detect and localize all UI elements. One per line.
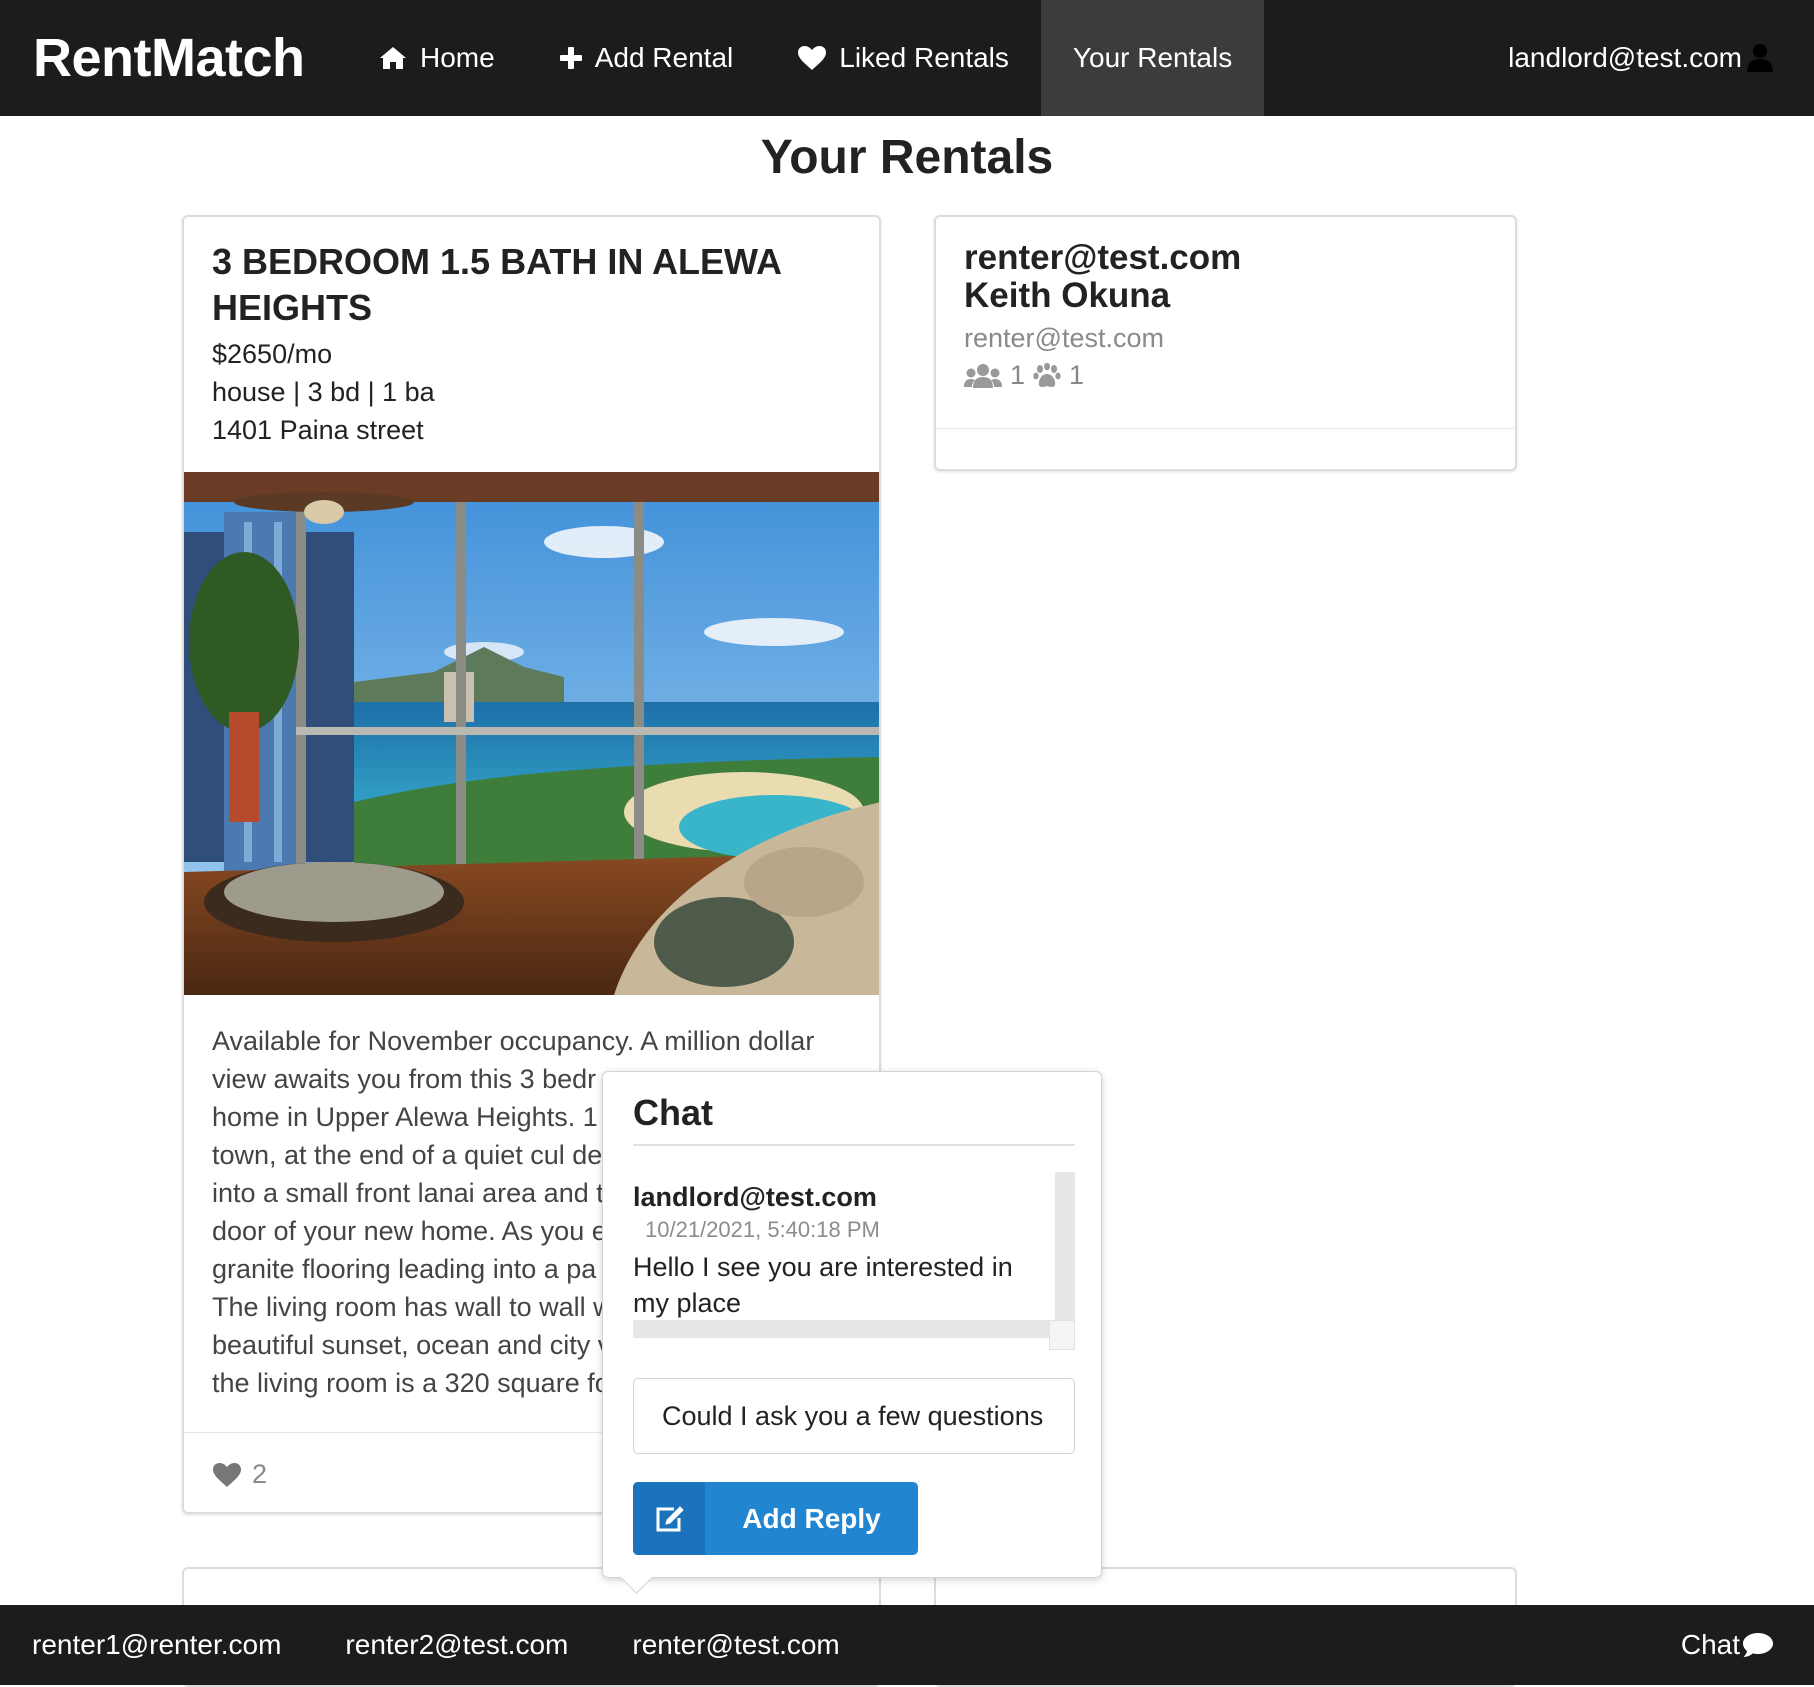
chat-contact[interactable]: renter@test.com (600, 1629, 871, 1661)
user-email: landlord@test.com (1508, 42, 1742, 73)
rental-title[interactable]: 3 BEDROOM 1.5 BATH IN ALEWA HEIGHTS (212, 239, 851, 331)
scrollbar-corner (1049, 1320, 1075, 1350)
chat-contact[interactable]: renter2@test.com (313, 1629, 600, 1661)
reply-input[interactable] (633, 1378, 1075, 1454)
nav-home[interactable]: Home (346, 0, 527, 116)
plus-icon (559, 47, 582, 69)
chat-messages[interactable]: landlord@test.com 10/21/2021, 5:40:18 PM… (633, 1172, 1075, 1350)
rental-photo (184, 472, 879, 995)
occupants-count: 1 (1010, 360, 1026, 390)
renter-card-body: renter@test.com Keith Okuna renter@test.… (936, 217, 1515, 413)
bottom-chat-bar: renter1@renter.com renter2@test.com rent… (0, 1605, 1814, 1685)
horizontal-scrollbar[interactable] (633, 1320, 1053, 1338)
top-navigation: RentMatch Home Add Rental Liked Rentals … (0, 0, 1814, 116)
rental-card-header: 3 BEDROOM 1.5 BATH IN ALEWA HEIGHTS $265… (184, 217, 879, 449)
nav-liked-rentals[interactable]: Liked Rentals (765, 0, 1041, 116)
renter-email-heading: renter@test.com (964, 238, 1242, 277)
pets-count: 1 (1069, 360, 1085, 390)
renter-card[interactable]: renter@test.com Keith Okuna renter@test.… (934, 215, 1517, 471)
add-reply-label: Add Reply (742, 1502, 881, 1534)
chat-toggle[interactable]: Chat (1681, 1629, 1814, 1661)
chat-contact[interactable]: renter1@renter.com (0, 1629, 313, 1661)
brand-logo[interactable]: RentMatch (0, 27, 346, 89)
chat-toggle-label: Chat (1680, 1629, 1740, 1660)
nav-your-rentals-label: Your Rentals (1072, 42, 1233, 73)
user-icon (1747, 44, 1773, 72)
users-icon (964, 363, 1002, 388)
paw-icon (1033, 362, 1061, 387)
nav-your-rentals[interactable]: Your Rentals (1040, 0, 1265, 116)
nav-home-label: Home (420, 42, 495, 73)
chat-title: Chat (633, 1092, 1075, 1146)
nav-add-rental[interactable]: Add Rental (527, 0, 766, 116)
description-line: Available for November occupancy. A mill… (212, 1026, 815, 1056)
home-icon (380, 47, 406, 69)
message-author: landlord@test.com (633, 1182, 877, 1212)
chat-popup: Chat landlord@test.com 10/21/2021, 5:40:… (602, 1071, 1102, 1578)
user-menu[interactable]: landlord@test.com (1508, 0, 1814, 116)
likes-count: 2 (252, 1459, 268, 1489)
page-title: Your Rentals (760, 131, 1054, 184)
edit-icon (656, 1505, 684, 1531)
renter-name: Keith Okuna (964, 276, 1171, 315)
heart-icon[interactable] (212, 1462, 242, 1488)
nav-add-rental-label: Add Rental (594, 42, 734, 73)
message-timestamp: 10/21/2021, 5:40:18 PM (645, 1217, 880, 1242)
renter-stats: 1 1 (964, 360, 1487, 391)
rental-price: $2650/mo (212, 339, 333, 369)
nav-liked-rentals-label: Liked Rentals (839, 42, 1009, 73)
add-reply-button[interactable]: Add Reply (633, 1482, 918, 1555)
renter-email: renter@test.com (964, 323, 1164, 353)
vertical-scrollbar[interactable] (1055, 1172, 1075, 1322)
comment-icon (1743, 1633, 1773, 1657)
heart-icon (798, 46, 827, 70)
edit-icon-box (633, 1482, 705, 1555)
renter-card-extra (936, 428, 1515, 469)
rental-photo-illustration (184, 472, 879, 995)
message-text: Hello I see you are interested in my pla… (633, 1252, 1013, 1318)
rental-address: 1401 Paina street (212, 415, 424, 445)
rental-details: house | 3 bd | 1 ba (212, 377, 435, 407)
chat-message: landlord@test.com 10/21/2021, 5:40:18 PM… (633, 1182, 1075, 1321)
